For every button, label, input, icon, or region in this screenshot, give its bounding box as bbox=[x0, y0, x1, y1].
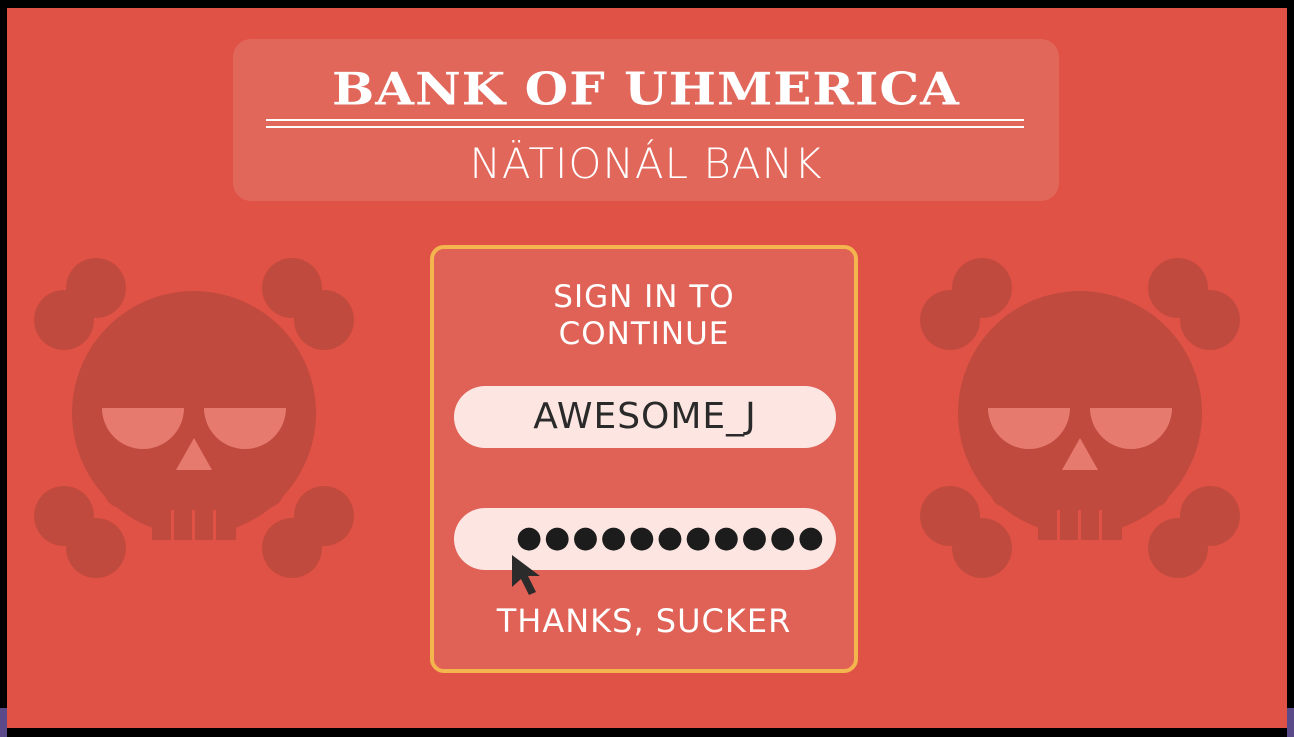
bank-name: BANK OF UHMERICA bbox=[332, 62, 960, 116]
sign-in-title-line1: SIGN IN TO bbox=[553, 279, 735, 315]
skull-crossbones-icon bbox=[34, 258, 354, 578]
bank-subtitle: NÄTIONÁL BANK bbox=[469, 139, 823, 188]
mouse-cursor-icon bbox=[512, 555, 540, 595]
password-mask: ●●●●●●●●●●● bbox=[516, 520, 826, 555]
bank-header: BANK OF UHMERICA NÄTIONÁL BANK bbox=[233, 39, 1059, 201]
header-rule-top bbox=[266, 119, 1024, 121]
sign-in-title: SIGN IN TO CONTINUE bbox=[434, 279, 854, 353]
username-value: AWESOME_J bbox=[533, 396, 757, 437]
left-bottom-strip bbox=[0, 708, 7, 737]
video-frame: BANK OF UHMERICA NÄTIONÁL BANK SIGN IN T… bbox=[7, 8, 1287, 728]
username-field[interactable]: AWESOME_J bbox=[454, 386, 836, 448]
right-bottom-strip bbox=[1287, 708, 1294, 737]
sign-in-title-line2: CONTINUE bbox=[558, 316, 730, 352]
skull-crossbones-icon bbox=[920, 258, 1240, 578]
sign-in-footer: THANKS, SUCKER bbox=[496, 602, 792, 640]
sign-in-card: SIGN IN TO CONTINUE AWESOME_J ●●●●●●●●●●… bbox=[430, 245, 858, 673]
header-rule-bottom bbox=[266, 126, 1024, 128]
